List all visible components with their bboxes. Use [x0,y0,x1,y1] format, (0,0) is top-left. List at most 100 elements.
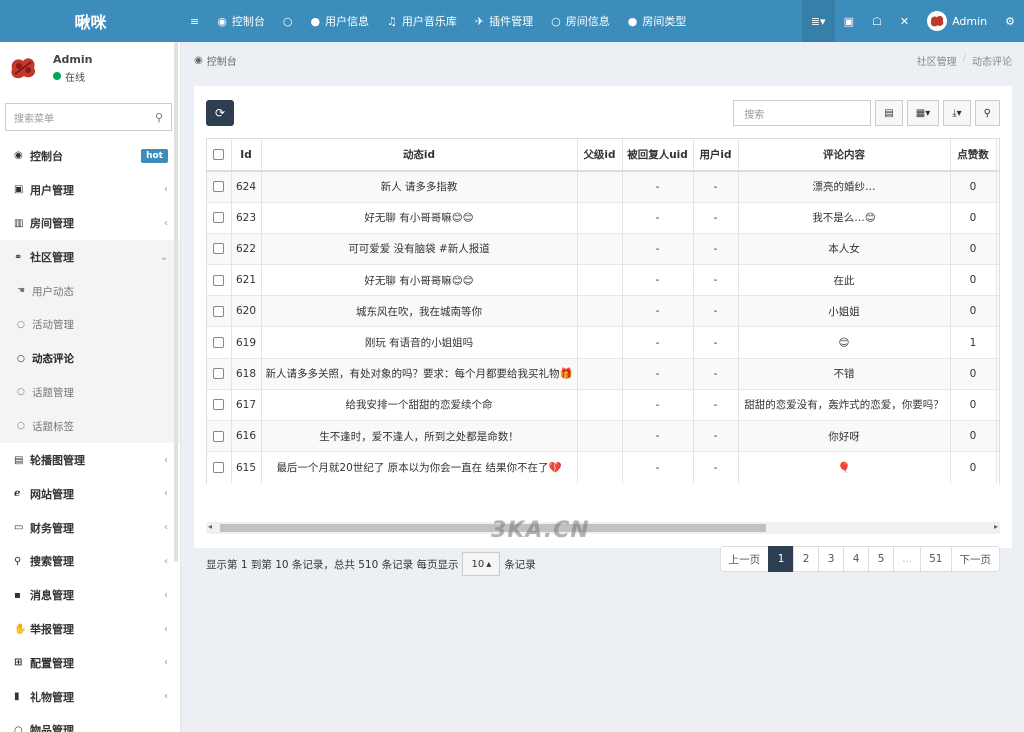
next-page-button[interactable]: 下一页 [950,546,1000,572]
sidebar-item[interactable]: ▮ 礼物管理 ‹ [0,680,180,714]
topnav-item-label: 用户信息 [325,15,370,28]
settings-button[interactable]: ⚙ [996,0,1024,42]
topnav-tool-button[interactable]: ✕ [891,0,918,42]
page-size-select[interactable]: 10 ▴ [462,552,501,576]
page-title-label: 控制台 [206,56,237,68]
select-all-checkbox[interactable] [213,149,225,160]
horizontal-scrollbar[interactable]: ◂ ▸ [206,522,1000,534]
table-row[interactable]: 622 可可爱爱 没有脑袋 #新人报道 - - 本人女 0 [207,232,999,265]
scroll-right-icon[interactable]: ▸ [994,522,998,531]
columns-button[interactable]: ▦▾ [906,100,940,126]
table-row[interactable]: 616 生不逢时，爱不逢人，所到之处都是命数！ - - 你好呀 0 [207,419,999,452]
row-checkbox[interactable] [213,243,225,255]
column-header[interactable]: 评论内容 [738,139,951,172]
sidebar-subitem-label: 活动管理 [32,319,74,332]
table-cell: 623 [231,201,262,234]
table-search-input[interactable]: 搜索 [733,100,872,126]
menu-toggle-icon: ≡ [190,14,200,28]
column-header[interactable]: 用户id [693,139,739,172]
table-cell: 🎈 [738,451,951,483]
table-row[interactable]: 624 新人 请多多指教 - - 漂亮的婚纱… 0 [207,170,999,203]
admin-menu[interactable]: Admin [918,0,996,42]
table-row[interactable]: 617 给我安排一个甜甜的恋爱续个命 - - 甜甜的恋爱没有，轰炸式的恋爱，你要吗？ 0 [207,388,999,421]
table-row[interactable]: 621 好无聊 有小哥哥嘛😊😊 - - 在此 0 [207,264,999,296]
sidebar-item[interactable]: ▪ 消息管理 ‹ [0,578,180,612]
app-logo[interactable]: 啾咪 [0,0,181,42]
toggle-view-button[interactable]: ▤ [875,100,903,126]
topnav-item[interactable]: ✈ 插件管理 [466,0,542,42]
sidebar-subitem[interactable]: ☚ 用户动态 [0,274,180,308]
sidebar-item[interactable]: ▥ 房间管理 ‹ [0,207,180,241]
topnav-item[interactable]: ○ [274,0,302,42]
column-header[interactable]: 父级id [577,139,623,172]
row-checkbox[interactable] [213,305,225,317]
row-checkbox[interactable] [213,399,225,411]
search-icon: ⚲ [983,107,991,119]
sidebar-subitem-label: 动态评论 [32,353,74,366]
table-row[interactable]: 620 城东风在吹，我在城南等你 - - 小姐姐 0 [207,295,999,327]
column-header[interactable]: 被回复人uid [622,139,694,172]
topnav-item-label: 房间信息 [565,15,610,28]
table-row[interactable]: 618 新人请多多关照，有处对象的吗？要求：每个月都要给我买礼物🎁 - - 不错 0 [207,357,999,390]
avatar [4,49,42,87]
sidebar-item[interactable]: ▭ 财务管理 ‹ [0,511,180,545]
table-row[interactable]: 615 最后一个月就20世纪了 原本以为你会一直在 结果你不在了💔 - - 🎈 0 [207,451,999,483]
topnav-tool-button[interactable]: ≣▾ [801,0,835,42]
row-checkbox[interactable] [213,212,225,224]
topnav-item[interactable]: ≡ [181,0,208,42]
page-button[interactable]: 1 [768,546,795,572]
topnav-tool-button[interactable]: ☖ [863,0,891,42]
sidebar-item[interactable]: ⚭ 社区管理 ⌄ [0,240,180,274]
column-header[interactable]: 点赞数 [950,139,997,172]
page-button[interactable]: 5 [868,546,895,572]
topnav-item[interactable]: ♫ 用户音乐库 [378,0,466,42]
sidebar-search-input[interactable]: 搜索菜单 ⚲ [5,103,172,131]
prev-page-button[interactable]: 上一页 [719,546,770,572]
page-button[interactable]: 3 [818,546,845,572]
page-button[interactable]: 51 [920,546,952,572]
sidebar-subitem[interactable]: ○ 活动管理 [0,308,180,342]
page-button[interactable]: 2 [793,546,820,572]
row-checkbox[interactable] [213,430,225,442]
caret-up-icon: ▴ [486,558,492,570]
sidebar-item[interactable]: ○ 物品管理 [0,714,180,732]
table-cell-overflow [996,264,999,296]
dot-icon: ● [627,14,638,28]
sidebar-item[interactable]: ▤ 轮播图管理 ‹ [0,443,180,477]
topnav-item[interactable]: ◉ 控制台 [208,0,274,42]
row-checkbox[interactable] [213,337,225,349]
export-button[interactable]: ⤓▾ [943,100,971,126]
sidebar-item[interactable]: ◉ 控制台 hot [0,139,180,173]
breadcrumb-item[interactable]: 社区管理 [917,53,957,68]
refresh-button[interactable]: ⟳ [206,100,234,126]
table-row[interactable]: 619 刚玩 有语音的小姐姐吗 - - 😊 1 [207,326,999,359]
sidebar-item[interactable]: ℯ 网站管理 ‹ [0,477,180,511]
sidebar-item[interactable]: ⊞ 配置管理 ‹ [0,646,180,680]
sidebar-subitem[interactable]: ○ 动态评论 [0,342,180,376]
search-button[interactable]: ⚲ [974,100,1000,126]
row-checkbox[interactable] [213,274,225,286]
topnav-item[interactable]: ● 用户信息 [301,0,378,42]
row-checkbox[interactable] [213,181,225,193]
sidebar-subitem[interactable]: ○ 话题管理 [0,376,180,410]
row-checkbox-cell [207,264,232,296]
row-checkbox[interactable] [213,368,225,380]
table-cell-overflow [996,326,999,359]
sidebar-subitem[interactable]: ○ 话题标签 [0,409,180,443]
row-checkbox[interactable] [213,462,225,474]
sidebar-item[interactable]: ▣ 用户管理 ‹ [0,173,180,207]
table-cell: 621 [231,264,262,296]
sidebar-item[interactable]: ⚲ 搜索管理 ‹ [0,545,180,579]
column-header[interactable]: Id [231,139,262,172]
column-header[interactable]: 动态id [261,139,578,172]
sidebar-item[interactable]: ✋ 举报管理 ‹ [0,612,180,646]
topnav-item[interactable]: ○ 房间信息 [542,0,619,42]
row-checkbox-cell [207,326,232,359]
scroll-left-icon[interactable]: ◂ [208,522,212,531]
page-button[interactable]: 4 [843,546,870,572]
search-icon[interactable]: ⚲ [155,111,163,124]
table-row[interactable]: 623 好无聊 有小哥哥嘛😊😊 - - 我不是么…😊 0 [207,201,999,234]
topnav-item[interactable]: ● 房间类型 [619,0,696,42]
sidebar-scrollbar[interactable] [174,42,178,562]
topnav-tool-button[interactable]: ▣ [835,0,863,42]
